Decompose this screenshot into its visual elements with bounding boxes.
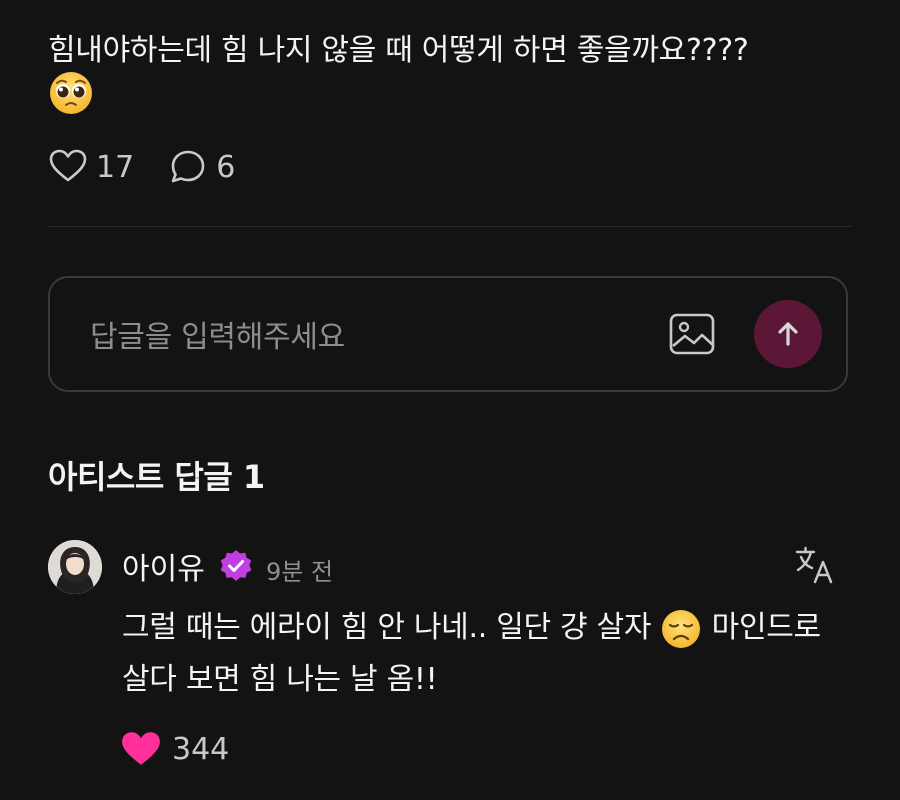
disappointed-face-emoji-icon bbox=[662, 609, 701, 648]
post-text-body: 힘내야하는데 힘 나지 않을 때 어떻게 하면 좋을까요???? bbox=[48, 33, 749, 68]
translate-icon[interactable] bbox=[794, 544, 836, 586]
comment-like-button[interactable]: 344 bbox=[120, 728, 229, 770]
comment-text-part1: 그럴 때는 에라이 힘 안 나네.. 일단 걍 살자 bbox=[122, 610, 661, 645]
image-attach-icon[interactable] bbox=[668, 310, 716, 358]
post-stats: 17 6 bbox=[48, 144, 269, 190]
comment-button[interactable]: 6 bbox=[168, 147, 235, 187]
arrow-up-icon bbox=[778, 322, 798, 346]
heart-filled-icon bbox=[122, 732, 160, 765]
like-count: 17 bbox=[96, 149, 135, 185]
comment-like-count: 344 bbox=[172, 731, 230, 767]
post-text: 힘내야하는데 힘 나지 않을 때 어떻게 하면 좋을까요???? bbox=[48, 26, 858, 76]
send-button[interactable] bbox=[754, 300, 822, 368]
comment-bubble-icon bbox=[171, 150, 205, 183]
pleading-face-emoji-icon bbox=[50, 72, 92, 114]
artist-replies-title: 아티스트 답글 1 bbox=[48, 458, 265, 496]
username[interactable]: 아이유 bbox=[122, 544, 205, 588]
divider bbox=[48, 226, 852, 227]
comment-timestamp: 9분 전 bbox=[266, 558, 334, 586]
comment-text: 그럴 때는 에라이 힘 안 나네.. 일단 걍 살자 마인드로 살다 보면 힘 … bbox=[122, 602, 852, 706]
like-button[interactable]: 17 bbox=[48, 147, 134, 187]
avatar-image bbox=[48, 540, 102, 594]
avatar[interactable] bbox=[48, 540, 102, 594]
heart-outline-icon bbox=[49, 149, 87, 182]
reply-input-box[interactable]: 답글을 입력해주세요 bbox=[48, 276, 848, 392]
reply-input[interactable]: 답글을 입력해주세요 bbox=[90, 312, 345, 356]
comment-count: 6 bbox=[216, 149, 236, 185]
verified-badge-icon bbox=[220, 550, 252, 581]
post-detail-screen: 힘내야하는데 힘 나지 않을 때 어떻게 하면 좋을까요???? 17 6 답글… bbox=[0, 0, 900, 800]
